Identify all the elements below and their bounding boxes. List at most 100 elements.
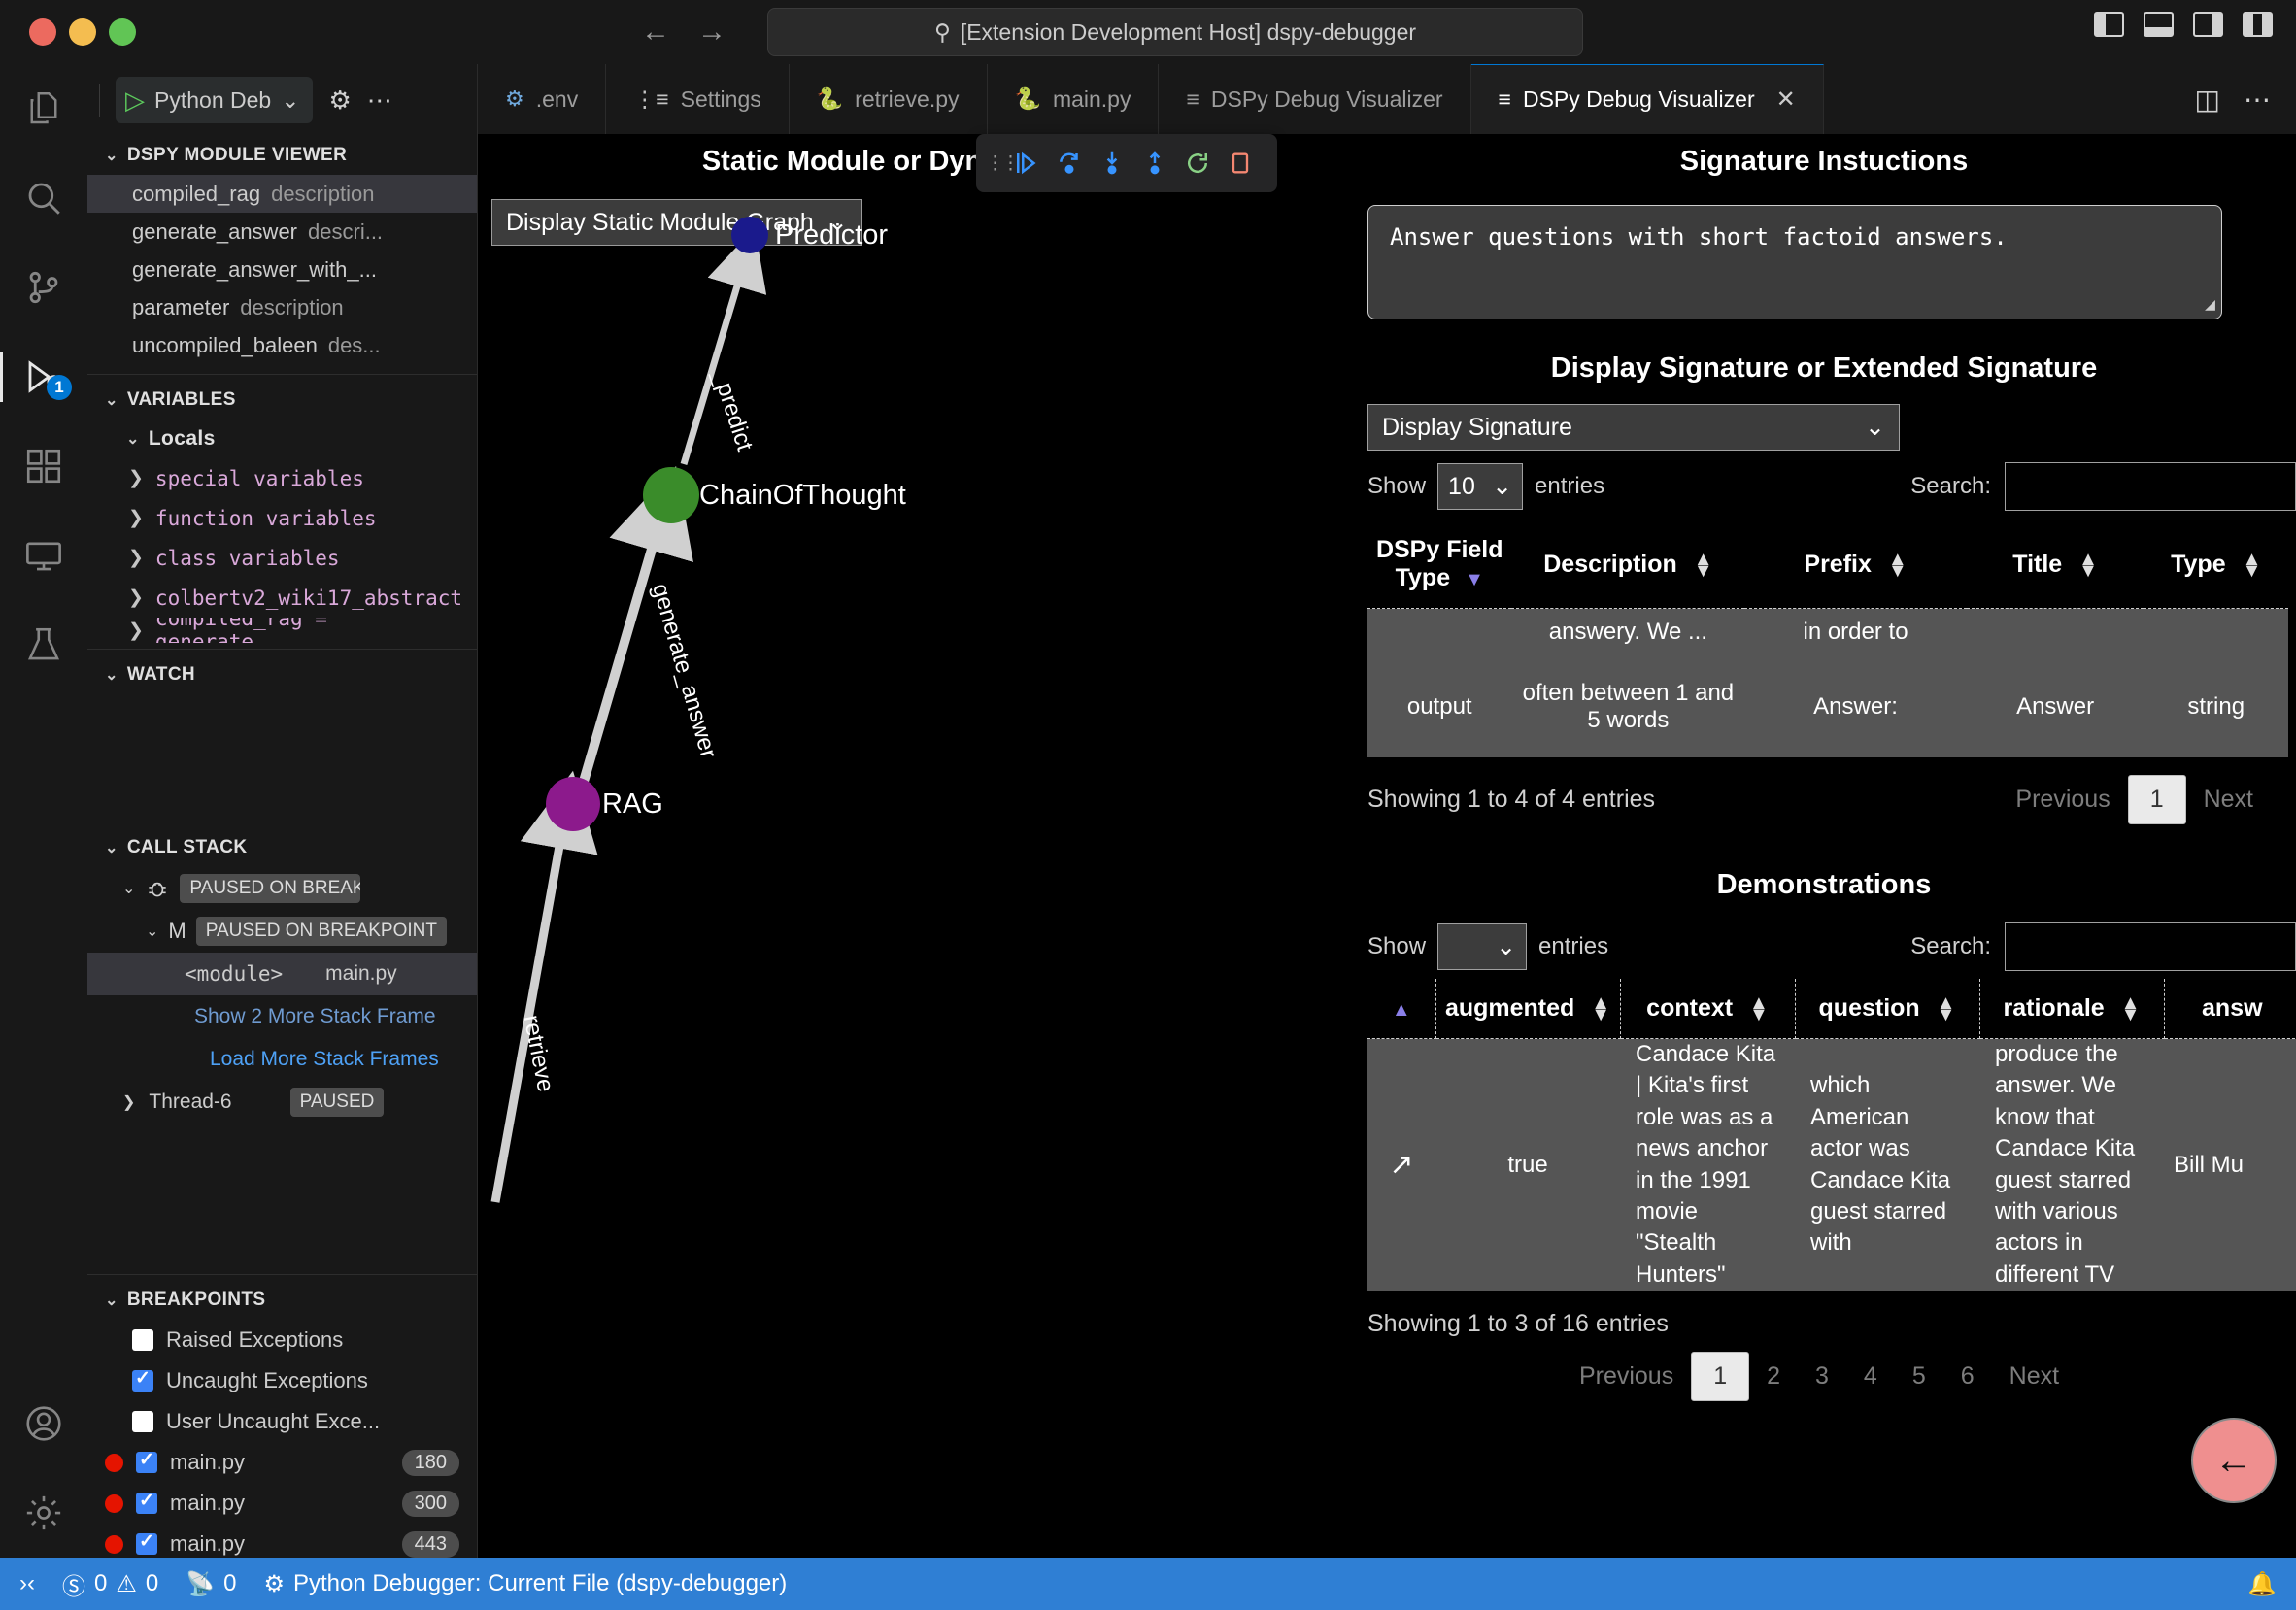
manage-settings-button[interactable] — [0, 1468, 87, 1558]
list-item[interactable]: ❯ special variables — [87, 458, 477, 498]
launch-configuration-select[interactable]: ▷ Python Deb ⌄ — [116, 77, 314, 123]
continue-icon[interactable] — [1007, 144, 1046, 183]
page-length-select[interactable]: 10 ⌄ — [1437, 463, 1524, 510]
sidebar-item-extensions[interactable] — [0, 421, 87, 511]
variables-scope-locals[interactable]: ⌄ Locals — [87, 419, 477, 458]
column-header-rationale[interactable]: rationale ▲ ▼ — [1979, 979, 2165, 1039]
call-stack-other-thread[interactable]: ❯ Thread-6 PAUSED — [87, 1081, 477, 1124]
layout-controls[interactable] — [2094, 12, 2273, 37]
maximize-window-button[interactable] — [109, 18, 136, 46]
command-center[interactable]: ⚲ [Extension Development Host] dspy-debu… — [767, 8, 1583, 56]
back-button-fab[interactable]: ← — [2191, 1418, 2277, 1503]
checkbox[interactable] — [136, 1490, 157, 1514]
list-item[interactable]: ❯ compiled_rag = generate_... — [87, 618, 477, 643]
ellipsis-icon[interactable]: ⋯ — [367, 85, 392, 116]
previous-page-button[interactable]: Previous — [1562, 1355, 1691, 1398]
list-item[interactable]: main.py 300 — [87, 1483, 477, 1524]
list-item[interactable]: parameter description — [87, 288, 477, 326]
step-over-icon[interactable] — [1050, 144, 1089, 183]
table-row[interactable]: output often between 1 and 5 words Answe… — [1367, 655, 2288, 757]
search-input[interactable] — [2005, 922, 2296, 971]
list-item[interactable]: ❯ colbertv2_wiki17_abstract — [87, 578, 477, 618]
column-header-title[interactable]: Title ▲ ▼ — [1966, 520, 2144, 609]
call-stack-session[interactable]: ⌄ PAUSED ON BREAKPOI... — [87, 867, 477, 910]
problems-indicator[interactable]: Ⓢ 0 ⚠ 0 — [62, 1567, 158, 1601]
tab-dspy-debug-visualizer-2[interactable]: ≡ DSPy Debug Visualizer ✕ — [1470, 64, 1824, 134]
search-input[interactable] — [2005, 462, 2296, 511]
list-item[interactable]: uncompiled_baleen des... — [87, 326, 477, 364]
ellipsis-icon[interactable]: ⋯ — [2244, 84, 2271, 116]
gear-icon[interactable]: ⚙ — [328, 85, 351, 116]
sidebar-item-run-and-debug[interactable]: 1 — [0, 332, 87, 421]
list-item[interactable]: main.py 443 — [87, 1524, 477, 1558]
checkbox[interactable] — [136, 1530, 157, 1555]
column-header-expand[interactable]: ▲ — [1367, 979, 1436, 1039]
column-header-context[interactable]: context ▲ ▼ — [1620, 979, 1796, 1039]
call-stack-frame[interactable]: <module> main.py — [87, 953, 477, 995]
list-item[interactable]: Raised Exceptions — [87, 1320, 477, 1360]
stop-icon[interactable] — [1221, 144, 1260, 183]
list-item[interactable]: ❯ function variables — [87, 498, 477, 538]
list-item[interactable]: main.py 180 — [87, 1442, 477, 1483]
graph-node-chainofthought[interactable] — [643, 467, 699, 523]
drag-handle-icon[interactable]: ⋮⋮ — [986, 152, 1020, 175]
navigation-arrows[interactable]: ← → — [641, 14, 726, 50]
next-page-button[interactable]: Next — [2186, 778, 2271, 822]
forward-arrow-icon[interactable]: → — [697, 14, 726, 50]
resize-grip-icon[interactable]: ◢ — [2205, 294, 2215, 315]
previous-page-button[interactable]: Previous — [1998, 778, 2127, 822]
checkbox[interactable] — [132, 1329, 153, 1351]
tab-main-py[interactable]: 🐍 main.py — [988, 64, 1160, 134]
close-icon[interactable]: ✕ — [1776, 85, 1796, 114]
ports-indicator[interactable]: 📡 0 — [186, 1570, 236, 1598]
list-item[interactable]: ❯ class variables — [87, 538, 477, 578]
column-header-type[interactable]: Type ▲ ▼ — [2144, 520, 2288, 609]
page-button-2[interactable]: 2 — [1749, 1355, 1798, 1398]
tab-env[interactable]: ⚙ .env — [478, 64, 607, 134]
remote-indicator[interactable]: ›‹ — [19, 1570, 35, 1597]
graph-node-rag[interactable] — [546, 777, 600, 831]
accounts-button[interactable] — [0, 1379, 87, 1468]
table-row[interactable]: ↗ true Candace Kita | Kita's first role … — [1367, 1038, 2296, 1291]
tab-retrieve-py[interactable]: 🐍 retrieve.py — [790, 64, 988, 134]
module-graph-svg[interactable] — [478, 134, 1352, 1558]
list-item[interactable]: compiled_rag description — [87, 175, 477, 213]
signature-instructions-textarea[interactable]: Answer questions with short factoid answ… — [1367, 205, 2222, 319]
checkbox[interactable] — [136, 1449, 157, 1473]
sidebar-item-testing[interactable] — [0, 600, 87, 689]
sidebar-item-remote-explorer[interactable] — [0, 511, 87, 600]
page-length-select[interactable]: ⌄ — [1437, 923, 1528, 970]
show-more-frames-link[interactable]: Show 2 More Stack Frame — [87, 995, 477, 1038]
customize-layout-icon[interactable] — [2243, 12, 2273, 37]
debug-session-indicator[interactable]: ⚙ Python Debugger: Current File (dspy-de… — [263, 1570, 787, 1598]
page-button-1[interactable]: 1 — [2127, 775, 2186, 824]
section-header-breakpoints[interactable]: ⌄ BREAKPOINTS — [87, 1281, 477, 1320]
list-item[interactable]: Uncaught Exceptions — [87, 1360, 477, 1401]
debug-floating-toolbar[interactable]: ⋮⋮ — [976, 134, 1277, 192]
play-icon[interactable]: ▷ — [125, 85, 145, 116]
column-header-answer[interactable]: answ — [2164, 979, 2296, 1039]
sidebar-item-search[interactable] — [0, 153, 87, 243]
page-button-5[interactable]: 5 — [1895, 1355, 1943, 1398]
step-into-icon[interactable] — [1093, 144, 1131, 183]
back-arrow-icon[interactable]: ← — [641, 14, 670, 50]
minimize-window-button[interactable] — [69, 18, 96, 46]
column-header-prefix[interactable]: Prefix ▲ ▼ — [1744, 520, 1967, 609]
graph-node-predictor[interactable] — [731, 217, 768, 253]
sidebar-item-source-control[interactable] — [0, 243, 87, 332]
expand-row-button[interactable]: ↗ — [1367, 1038, 1435, 1291]
section-header-call-stack[interactable]: ⌄ CALL STACK — [87, 828, 477, 867]
call-stack-thread[interactable]: ⌄ M PAUSED ON BREAKPOINT — [87, 910, 477, 953]
column-header-augmented[interactable]: augmented ▲ ▼ — [1435, 979, 1621, 1039]
notifications-button[interactable]: 🔔 — [2247, 1570, 2277, 1598]
page-button-3[interactable]: 3 — [1798, 1355, 1846, 1398]
tab-settings[interactable]: ⋮≡ Settings — [606, 64, 790, 134]
list-item[interactable]: generate_answer_with_... — [87, 251, 477, 288]
page-button-1[interactable]: 1 — [1691, 1352, 1750, 1402]
column-header-question[interactable]: question ▲ ▼ — [1795, 979, 1980, 1039]
close-window-button[interactable] — [29, 18, 56, 46]
table-row[interactable]: answery. We ... in order to — [1367, 608, 2288, 655]
list-item[interactable]: User Uncaught Exce... — [87, 1401, 477, 1442]
toggle-secondary-sidebar-icon[interactable] — [2193, 12, 2223, 37]
column-header-dspy-field-type[interactable]: DSPy Field Type ▼ — [1367, 520, 1512, 609]
